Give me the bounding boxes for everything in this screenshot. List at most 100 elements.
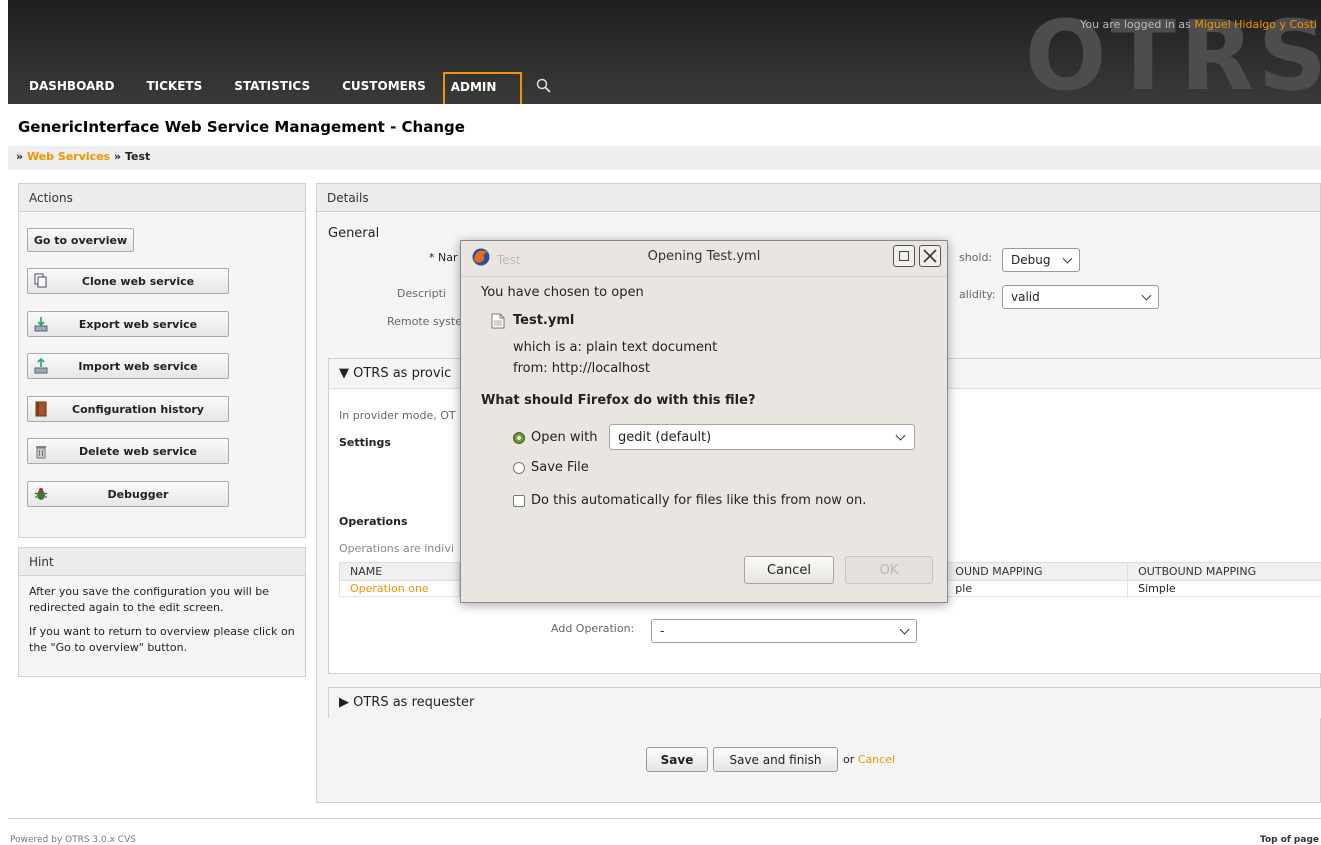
file-source: from: http://localhost: [513, 361, 650, 376]
export-label: Export web service: [48, 318, 228, 331]
powered-by: Powered by OTRS 3.0.x CVS: [10, 835, 136, 845]
nav-tickets[interactable]: TICKETS: [131, 72, 217, 98]
header-bar: OTRS You are logged in as Miguel Hidalgo…: [8, 0, 1321, 104]
save-button[interactable]: Save: [646, 747, 708, 772]
breadcrumb-web-services[interactable]: Web Services: [27, 150, 110, 163]
export-web-service-button[interactable]: Export web service: [27, 311, 229, 337]
config-history-label: Configuration history: [48, 403, 228, 416]
close-icon[interactable]: [919, 245, 941, 267]
outbound-cell: Simple: [1128, 581, 1321, 597]
or-label: or: [843, 753, 854, 766]
hint-title: Hint: [19, 548, 305, 576]
book-icon: [34, 401, 48, 417]
debug-threshold-select[interactable]: Debug: [1002, 248, 1080, 272]
actions-title: Actions: [19, 184, 305, 212]
go-to-overview-button[interactable]: Go to overview: [27, 228, 134, 252]
general-heading: General: [328, 226, 379, 241]
document-icon: [491, 313, 505, 329]
configuration-history-button[interactable]: Configuration history: [27, 396, 229, 422]
add-operation-select[interactable]: -: [651, 619, 917, 643]
validity-value: valid: [1011, 290, 1040, 304]
export-icon: [34, 316, 48, 332]
nav-dashboard[interactable]: DASHBOARD: [14, 72, 129, 98]
cancel-button[interactable]: Cancel: [744, 556, 834, 584]
login-info: You are logged in as Miguel Hidalgo y Co…: [1080, 18, 1317, 31]
chevron-down-icon: [1142, 291, 1152, 301]
inbound-cell: ple: [945, 581, 1128, 597]
hint-text-2: If you want to return to overview please…: [29, 624, 295, 656]
description-label: Descripti: [397, 287, 446, 300]
delete-web-service-button[interactable]: Delete web service: [27, 438, 229, 464]
operations-description: Operations are indivi: [339, 542, 454, 555]
name-label: * Nar: [429, 251, 458, 264]
validity-select[interactable]: valid: [1002, 285, 1159, 309]
operation-link[interactable]: Operation one: [340, 581, 460, 597]
cancel-link[interactable]: Cancel: [858, 753, 895, 766]
col-name: NAME: [340, 563, 460, 581]
breadcrumb-sep: »: [114, 150, 121, 163]
user-link[interactable]: Miguel Hidalgo y Costi: [1194, 18, 1317, 31]
hint-text-1: After you save the configuration you wil…: [29, 584, 295, 616]
open-with-app-select[interactable]: gedit (default): [609, 424, 915, 450]
open-with-radio[interactable]: [513, 432, 525, 444]
validity-label: alidity:: [959, 288, 996, 301]
top-of-page-link[interactable]: Top of page: [1260, 835, 1319, 845]
hint-panel: Hint After you save the configuration yo…: [18, 547, 306, 677]
provider-description: In provider mode, OT: [339, 409, 456, 422]
maximize-icon[interactable]: [893, 245, 915, 267]
clone-label: Clone web service: [48, 275, 228, 288]
debug-threshold-value: Debug: [1011, 253, 1050, 267]
footer-divider: [8, 818, 1321, 819]
file-name: Test.yml: [513, 313, 574, 328]
save-file-label[interactable]: Save File: [531, 460, 589, 475]
remote-system-label: Remote syste: [387, 315, 462, 328]
dialog-title: Opening Test.yml: [461, 249, 947, 264]
save-and-finish-button[interactable]: Save and finish: [713, 747, 838, 772]
add-operation-label: Add Operation:: [551, 622, 634, 635]
actions-panel: Actions Go to overview Clone web service…: [18, 183, 306, 538]
debug-threshold-label: shold:: [959, 251, 992, 264]
file-type: which is a: plain text document: [513, 340, 717, 355]
save-file-radio[interactable]: [513, 462, 525, 474]
import-icon: [34, 358, 48, 374]
trash-icon: [34, 443, 48, 459]
import-label: Import web service: [48, 360, 228, 373]
import-web-service-button[interactable]: Import web service: [27, 353, 229, 379]
chosen-text: You have chosen to open: [481, 285, 644, 300]
bug-icon: [34, 486, 48, 502]
nav-admin[interactable]: ADMIN: [443, 72, 523, 104]
settings-heading: Settings: [339, 436, 391, 449]
chevron-down-icon: [900, 625, 910, 635]
copy-icon: [34, 273, 48, 289]
or-text: or Cancel: [843, 753, 895, 766]
debugger-button[interactable]: Debugger: [27, 481, 229, 507]
opening-file-dialog: Test Opening Test.yml You have chosen to…: [460, 240, 948, 603]
dialog-titlebar[interactable]: Test Opening Test.yml: [461, 241, 947, 277]
col-inbound: OUND MAPPING: [945, 563, 1128, 581]
chevron-down-icon: [1063, 254, 1073, 264]
breadcrumb: » Web Services » Test: [8, 146, 1321, 170]
ok-button[interactable]: OK: [845, 556, 933, 584]
delete-label: Delete web service: [48, 445, 228, 458]
nav-customers[interactable]: CUSTOMERS: [327, 72, 441, 98]
requester-section: ▶ OTRS as requester: [328, 687, 1321, 718]
add-operation-value: -: [660, 624, 664, 638]
details-title: Details: [317, 184, 1320, 212]
operations-heading: Operations: [339, 515, 408, 528]
go-to-overview-label: Go to overview: [34, 234, 127, 247]
login-prefix: You are logged in as: [1080, 18, 1191, 31]
open-with-label[interactable]: Open with: [531, 430, 597, 445]
requester-section-toggle[interactable]: ▶ OTRS as requester: [329, 688, 1321, 718]
main-nav: DASHBOARD TICKETS STATISTICS CUSTOMERS A…: [14, 62, 564, 104]
nav-statistics[interactable]: STATISTICS: [219, 72, 325, 98]
question-text: What should Firefox do with this file?: [481, 393, 756, 408]
search-icon[interactable]: [524, 78, 564, 98]
col-outbound: OUTBOUND MAPPING: [1128, 563, 1321, 581]
breadcrumb-current: Test: [125, 150, 150, 163]
auto-label[interactable]: Do this automatically for files like thi…: [531, 493, 866, 508]
auto-checkbox[interactable]: [513, 495, 525, 507]
chevron-down-icon: [896, 431, 906, 441]
page-title: GenericInterface Web Service Management …: [18, 118, 465, 136]
breadcrumb-sep: »: [16, 150, 23, 163]
clone-web-service-button[interactable]: Clone web service: [27, 268, 229, 294]
